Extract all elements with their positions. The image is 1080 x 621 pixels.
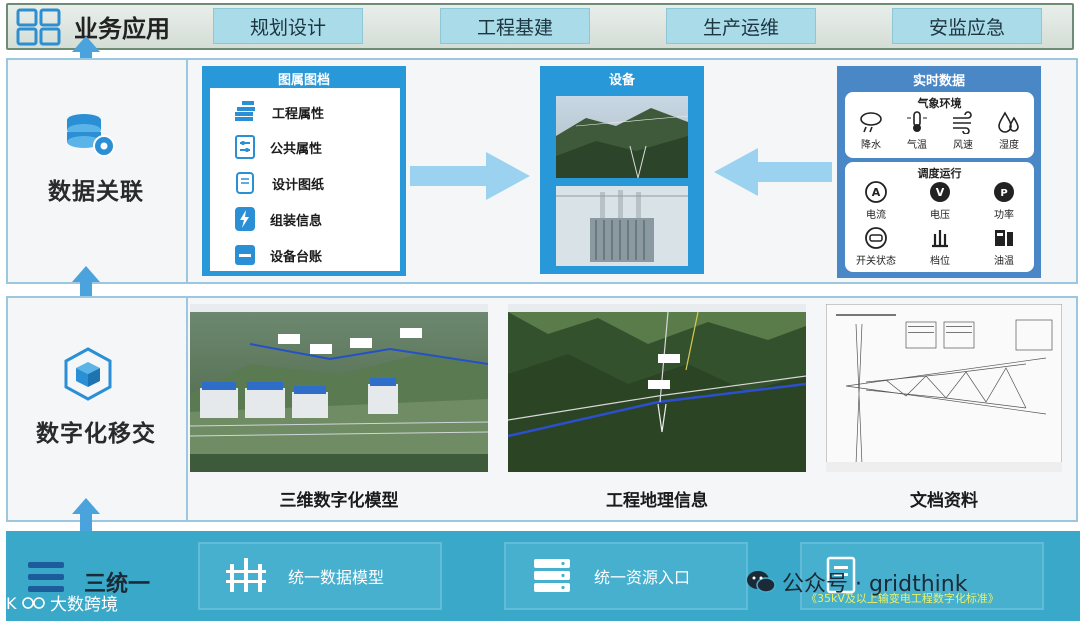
archive-item-label: 组装信息 <box>270 213 323 229</box>
weather-item-wind: 风速 <box>940 110 986 151</box>
weather-item-humidity: 湿度 <box>986 110 1032 151</box>
settings-doc-icon <box>235 135 255 159</box>
realtime-panel-title: 实时数据 <box>912 74 965 89</box>
caption-documents: 文档资料 <box>910 491 978 511</box>
transformer-photo <box>556 186 688 266</box>
archive-item-public-attr[interactable]: 公共属性 <box>210 129 400 165</box>
svg-text:V: V <box>936 186 945 199</box>
archive-item-label: 公共属性 <box>270 141 323 157</box>
archive-item-label: 设备台账 <box>270 249 323 265</box>
dispatch-item-label: 油温 <box>994 256 1014 267</box>
dispatch-item-label: 电压 <box>930 210 950 221</box>
thermometer-icon <box>907 111 927 132</box>
document-screenshot <box>826 304 1062 472</box>
dispatch-item-current: A 电流 <box>850 180 902 221</box>
power-meter-icon: P <box>994 182 1014 202</box>
dispatch-item-gear: 档位 <box>914 226 966 267</box>
transmission-tower-photo <box>556 96 688 178</box>
data-link-left-panel <box>6 58 189 284</box>
bottom-box-data-model[interactable]: 统一数据模型 <box>198 542 442 610</box>
dispatch-item-label: 档位 <box>930 256 950 267</box>
weather-item-label: 湿度 <box>999 140 1019 151</box>
lightning-tag-icon <box>235 207 255 231</box>
dispatch-item-label: 开关状态 <box>856 256 896 267</box>
data-model-icon <box>226 558 266 592</box>
svg-text:P: P <box>1000 188 1007 199</box>
tab-engineering-construction[interactable]: 工程基建 <box>440 8 590 44</box>
tap-position-icon <box>932 230 948 248</box>
wechat-icon <box>747 571 776 593</box>
dispatch-item-oil-temp: 油温 <box>978 226 1030 267</box>
svg-text:K: K <box>6 594 17 613</box>
archive-item-design-drawing[interactable]: 设计图纸 <box>210 165 400 201</box>
weather-items: 降水 气温 风速 湿度 <box>848 110 1032 151</box>
archive-item-label: 设计图纸 <box>272 177 325 193</box>
voltmeter-icon: V <box>930 182 950 202</box>
dispatch-title: 调度运行 <box>917 167 962 180</box>
watermark-left: K 大数跨境 <box>6 590 118 616</box>
caption-3d-model: 三维数字化模型 <box>279 491 399 511</box>
bottom-box-resource-entry[interactable]: 统一资源入口 <box>504 542 748 610</box>
book-stack-icon <box>235 101 255 121</box>
tab-safety-emergency[interactable]: 安监应急 <box>892 8 1042 44</box>
ammeter-icon: A <box>865 181 887 203</box>
oil-temperature-icon <box>995 230 1013 246</box>
digital-handover-left-panel <box>6 296 189 522</box>
dispatch-item-power: P 功率 <box>978 180 1030 221</box>
dispatch-row-2: 开关状态 档位 油温 <box>850 226 1030 267</box>
geo-info-screenshot <box>508 304 806 472</box>
dispatch-item-voltage: V 电压 <box>914 180 966 221</box>
blueprint-scroll-icon <box>236 172 254 194</box>
archive-item-assembly-info[interactable]: 组装信息 <box>210 201 400 237</box>
switch-icon <box>865 227 887 249</box>
digital-handover-label: 数字化移交 <box>36 421 156 447</box>
humidity-drop-icon <box>998 111 1019 133</box>
archive-item-label: 工程属性 <box>272 106 325 122</box>
bottom-box-label: 统一资源入口 <box>594 568 691 587</box>
cube-hexagon-icon <box>64 347 112 401</box>
app-grid-icon <box>16 8 61 46</box>
arrow-left-icon <box>714 148 832 196</box>
dispatch-item-switch-state: 开关状态 <box>850 226 902 267</box>
dispatch-item-label: 电流 <box>866 210 886 221</box>
tab-production-ops[interactable]: 生产运维 <box>666 8 816 44</box>
ledger-card-icon <box>235 245 255 265</box>
wind-icon <box>953 111 972 134</box>
weather-item-label: 气温 <box>907 140 927 151</box>
dispatch-row-1: A 电流 V 电压 P 功率 <box>850 180 1030 221</box>
weather-title: 气象环境 <box>917 97 962 110</box>
dispatch-item-label: 功率 <box>994 210 1014 221</box>
weather-item-rain: 降水 <box>848 110 894 151</box>
weather-item-temperature: 气温 <box>894 110 940 151</box>
svg-text:A: A <box>872 186 881 199</box>
archive-list: 工程属性 公共属性 设计图纸 组装信息 设备台账 <box>210 88 400 271</box>
rain-cloud-icon <box>860 112 882 133</box>
server-icon <box>534 559 570 592</box>
device-panel-title: 设备 <box>608 73 635 88</box>
standard-note: 《35kV及以上输变电工程数字化标准》 <box>806 592 999 605</box>
archive-item-equipment-ledger[interactable]: 设备台账 <box>210 237 400 273</box>
bottom-box-label: 统一数据模型 <box>288 568 385 587</box>
arrow-right-icon <box>410 152 530 200</box>
3d-model-screenshot <box>190 304 488 472</box>
watermark-left-text: 大数跨境 <box>50 595 118 615</box>
weather-item-label: 降水 <box>861 140 881 151</box>
archive-item-engineering-attr[interactable]: 工程属性 <box>210 95 400 129</box>
tab-planning-design[interactable]: 规划设计 <box>213 8 363 44</box>
database-icon <box>67 114 115 157</box>
archive-panel-title: 图属图档 <box>277 73 330 88</box>
data-link-label: 数据关联 <box>48 179 144 205</box>
weather-item-label: 风速 <box>953 140 973 151</box>
brand-logo-icon: K <box>6 594 45 613</box>
caption-geo-info: 工程地理信息 <box>606 491 708 511</box>
